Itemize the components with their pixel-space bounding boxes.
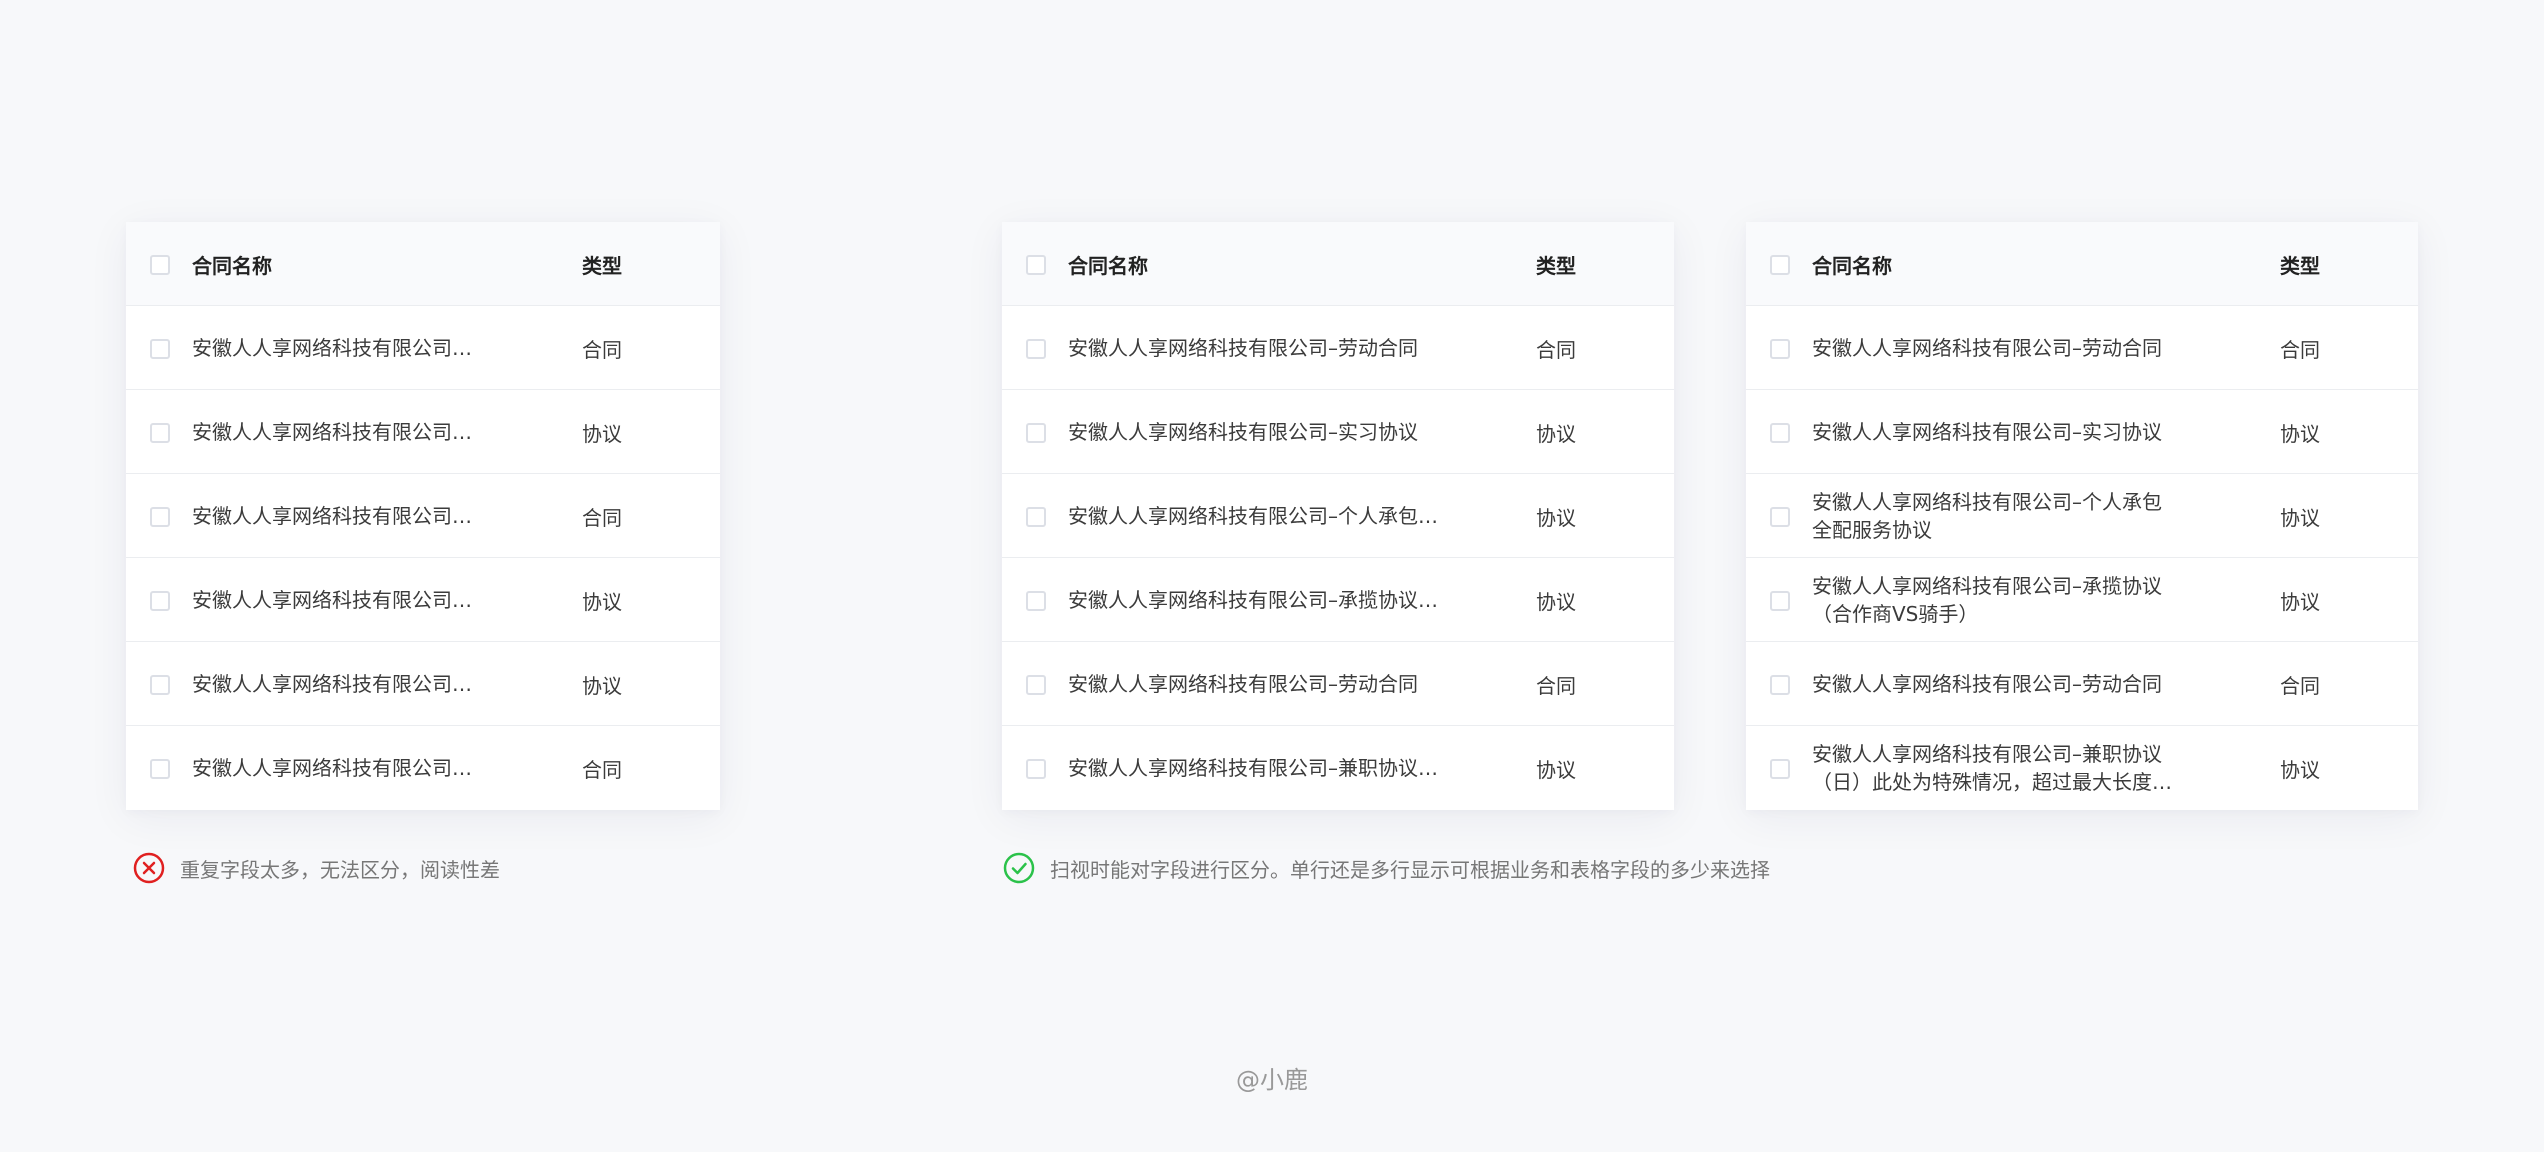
column-header-name: 合同名称 bbox=[1068, 253, 1148, 278]
note-good-text: 扫视时能对字段进行区分。单行还是多行显示可根据业务和表格字段的多少来选择 bbox=[1050, 857, 1770, 882]
row-checkbox[interactable] bbox=[150, 339, 170, 359]
table-row[interactable]: 安徽人人享网络科技有限公司–劳动合同 合同 bbox=[1002, 642, 1674, 726]
table-header: 合同名称 类型 bbox=[1746, 222, 2418, 306]
contract-type-cell: 合同 bbox=[2280, 673, 2320, 698]
column-header-type: 类型 bbox=[1536, 253, 1576, 278]
contract-type-cell: 协议 bbox=[1536, 589, 1576, 614]
column-header-type: 类型 bbox=[2280, 253, 2320, 278]
contract-type-cell: 协议 bbox=[582, 589, 622, 614]
select-all-checkbox[interactable] bbox=[150, 255, 170, 275]
row-checkbox[interactable] bbox=[150, 759, 170, 779]
note-bad: 重复字段太多，无法区分，阅读性差 bbox=[132, 851, 500, 885]
contract-name-cell: 安徽人人享网络科技有限公司–个人承包 全配服务协议 bbox=[1812, 490, 2162, 542]
contract-name-cell: 安徽人人享网络科技有限公司… bbox=[192, 336, 472, 360]
row-checkbox[interactable] bbox=[1026, 507, 1046, 527]
table-row[interactable]: 安徽人人享网络科技有限公司… 合同 bbox=[126, 306, 720, 390]
contract-name-cell: 安徽人人享网络科技有限公司–劳动合同 bbox=[1068, 336, 1418, 360]
note-good: 扫视时能对字段进行区分。单行还是多行显示可根据业务和表格字段的多少来选择 bbox=[1002, 851, 1770, 885]
contract-name-cell: 安徽人人享网络科技有限公司–实习协议 bbox=[1068, 420, 1418, 444]
table-row[interactable]: 安徽人人享网络科技有限公司–劳动合同 合同 bbox=[1746, 642, 2418, 726]
contract-type-cell: 合同 bbox=[582, 757, 622, 782]
table-row[interactable]: 安徽人人享网络科技有限公司–兼职协议… 协议 bbox=[1002, 726, 1674, 810]
table-row[interactable]: 安徽人人享网络科技有限公司–承揽协议 （合作商VS骑手） 协议 bbox=[1746, 558, 2418, 642]
table-row[interactable]: 安徽人人享网络科技有限公司–承揽协议… 协议 bbox=[1002, 558, 1674, 642]
contract-type-cell: 协议 bbox=[582, 673, 622, 698]
contract-name-cell: 安徽人人享网络科技有限公司… bbox=[192, 588, 472, 612]
check-circle-icon bbox=[1003, 852, 1035, 884]
contract-name-cell: 安徽人人享网络科技有限公司… bbox=[192, 504, 472, 528]
column-header-type: 类型 bbox=[582, 253, 622, 278]
table-row[interactable]: 安徽人人享网络科技有限公司… 协议 bbox=[126, 558, 720, 642]
row-checkbox[interactable] bbox=[1770, 423, 1790, 443]
contract-type-cell: 协议 bbox=[2280, 505, 2320, 530]
contract-type-cell: 合同 bbox=[582, 337, 622, 362]
contract-name-cell: 安徽人人享网络科技有限公司–兼职协议… bbox=[1068, 756, 1438, 780]
column-header-name: 合同名称 bbox=[192, 253, 272, 278]
contract-name-cell: 安徽人人享网络科技有限公司… bbox=[192, 756, 472, 780]
contract-name-cell: 安徽人人享网络科技有限公司–兼职协议 （日）此处为特殊情况，超过最大长度… bbox=[1812, 742, 2172, 794]
row-checkbox[interactable] bbox=[1026, 423, 1046, 443]
contract-name-cell: 安徽人人享网络科技有限公司–个人承包… bbox=[1068, 504, 1438, 528]
table-row[interactable]: 安徽人人享网络科技有限公司… 协议 bbox=[126, 642, 720, 726]
contract-type-cell: 协议 bbox=[582, 421, 622, 446]
table-row[interactable]: 安徽人人享网络科技有限公司–实习协议 协议 bbox=[1002, 390, 1674, 474]
contract-type-cell: 合同 bbox=[582, 505, 622, 530]
table-row[interactable]: 安徽人人享网络科技有限公司… 协议 bbox=[126, 390, 720, 474]
contract-type-cell: 协议 bbox=[2280, 589, 2320, 614]
contract-type-cell: 协议 bbox=[2280, 421, 2320, 446]
row-checkbox[interactable] bbox=[1026, 591, 1046, 611]
row-checkbox[interactable] bbox=[150, 507, 170, 527]
table-header: 合同名称 类型 bbox=[1002, 222, 1674, 306]
contract-type-cell: 协议 bbox=[1536, 421, 1576, 446]
row-checkbox[interactable] bbox=[1026, 339, 1046, 359]
row-checkbox[interactable] bbox=[150, 423, 170, 443]
contract-name-cell: 安徽人人享网络科技有限公司… bbox=[192, 420, 472, 444]
close-circle-icon bbox=[133, 852, 165, 884]
table-header: 合同名称 类型 bbox=[126, 222, 720, 306]
contract-type-cell: 协议 bbox=[1536, 757, 1576, 782]
table-left: 合同名称 类型 安徽人人享网络科技有限公司… 合同 安徽人人享网络科技有限公司…… bbox=[126, 222, 720, 810]
select-all-checkbox[interactable] bbox=[1770, 255, 1790, 275]
table-row[interactable]: 安徽人人享网络科技有限公司… 合同 bbox=[126, 726, 720, 810]
row-checkbox[interactable] bbox=[150, 675, 170, 695]
contract-type-cell: 合同 bbox=[1536, 673, 1576, 698]
table-row[interactable]: 安徽人人享网络科技有限公司–个人承包… 协议 bbox=[1002, 474, 1674, 558]
row-checkbox[interactable] bbox=[1770, 591, 1790, 611]
row-checkbox[interactable] bbox=[1770, 507, 1790, 527]
row-checkbox[interactable] bbox=[1026, 675, 1046, 695]
contract-type-cell: 合同 bbox=[1536, 337, 1576, 362]
author-credit: @小鹿 bbox=[1236, 1066, 1308, 1094]
contract-name-cell: 安徽人人享网络科技有限公司–劳动合同 bbox=[1068, 672, 1418, 696]
select-all-checkbox[interactable] bbox=[1026, 255, 1046, 275]
column-header-name: 合同名称 bbox=[1812, 253, 1892, 278]
contract-type-cell: 协议 bbox=[2280, 757, 2320, 782]
row-checkbox[interactable] bbox=[1026, 759, 1046, 779]
table-row[interactable]: 安徽人人享网络科技有限公司… 合同 bbox=[126, 474, 720, 558]
row-checkbox[interactable] bbox=[1770, 675, 1790, 695]
contract-name-cell: 安徽人人享网络科技有限公司–实习协议 bbox=[1812, 420, 2162, 444]
note-bad-text: 重复字段太多，无法区分，阅读性差 bbox=[180, 857, 500, 882]
row-checkbox[interactable] bbox=[150, 591, 170, 611]
table-row[interactable]: 安徽人人享网络科技有限公司–兼职协议 （日）此处为特殊情况，超过最大长度… 协议 bbox=[1746, 726, 2418, 810]
table-row[interactable]: 安徽人人享网络科技有限公司–实习协议 协议 bbox=[1746, 390, 2418, 474]
contract-name-cell: 安徽人人享网络科技有限公司… bbox=[192, 672, 472, 696]
table-middle: 合同名称 类型 安徽人人享网络科技有限公司–劳动合同 合同 安徽人人享网络科技有… bbox=[1002, 222, 1674, 810]
row-checkbox[interactable] bbox=[1770, 759, 1790, 779]
table-row[interactable]: 安徽人人享网络科技有限公司–劳动合同 合同 bbox=[1746, 306, 2418, 390]
contract-name-cell: 安徽人人享网络科技有限公司–承揽协议… bbox=[1068, 588, 1438, 612]
table-row[interactable]: 安徽人人享网络科技有限公司–个人承包 全配服务协议 协议 bbox=[1746, 474, 2418, 558]
row-checkbox[interactable] bbox=[1770, 339, 1790, 359]
contract-type-cell: 协议 bbox=[1536, 505, 1576, 530]
contract-name-cell: 安徽人人享网络科技有限公司–劳动合同 bbox=[1812, 336, 2162, 360]
table-row[interactable]: 安徽人人享网络科技有限公司–劳动合同 合同 bbox=[1002, 306, 1674, 390]
contract-name-cell: 安徽人人享网络科技有限公司–承揽协议 （合作商VS骑手） bbox=[1812, 574, 2162, 626]
table-right: 合同名称 类型 安徽人人享网络科技有限公司–劳动合同 合同 安徽人人享网络科技有… bbox=[1746, 222, 2418, 810]
contract-name-cell: 安徽人人享网络科技有限公司–劳动合同 bbox=[1812, 672, 2162, 696]
contract-type-cell: 合同 bbox=[2280, 337, 2320, 362]
